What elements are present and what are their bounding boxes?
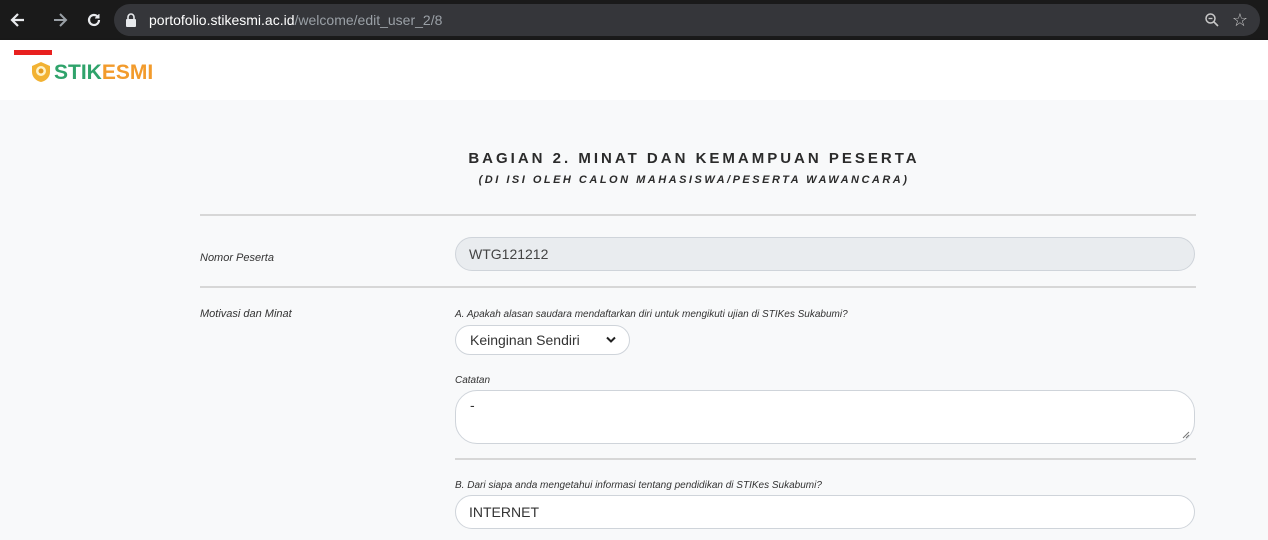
catatan-textarea[interactable]: - [455,390,1195,444]
sumber-informasi-field[interactable]: INTERNET [455,495,1195,529]
nomor-peserta-label: Nomor Peserta [200,252,274,264]
divider [455,458,1196,460]
logo-text[interactable]: STIKESMI [54,61,153,85]
catatan-label: Catatan [455,375,491,386]
site-header: STIKESMI [0,40,1268,100]
lock-icon [126,13,136,27]
question-b-label: B. Dari siapa anda mengetahui informasi … [455,480,822,491]
logo-emblem-icon [32,62,50,82]
browser-toolbar: portofolio.stikesmi.ac.id/welcome/edit_u… [0,0,1268,40]
logo-text-part1: STIK [54,61,102,84]
resize-handle-icon[interactable] [1181,430,1190,439]
url-text: portofolio.stikesmi.ac.id/welcome/edit_u… [149,12,442,28]
back-icon[interactable] [8,10,28,30]
catatan-value: - [470,397,475,413]
divider [200,214,1196,216]
question-a-label: A. Apakah alasan saudara mendaftarkan di… [455,309,848,320]
zoom-icon[interactable] [1204,12,1220,28]
alasan-select[interactable]: Keinginan Sendiri [455,325,630,355]
reload-icon[interactable] [84,10,104,30]
star-icon[interactable]: ☆ [1232,10,1248,31]
section-subtitle: (DI ISI OLEH CALON MAHASISWA/PESERTA WAW… [478,174,910,186]
url-path: /welcome/edit_user_2/8 [294,12,443,28]
motivasi-label: Motivasi dan Minat [200,308,292,320]
forward-icon[interactable] [50,10,70,30]
url-host: portofolio.stikesmi.ac.id [149,12,295,28]
section-title: BAGIAN 2. MINAT DAN KEMAMPUAN PESERTA [468,150,920,167]
logo-text-part2: ESMI [101,61,154,84]
accent-bar [14,50,52,55]
address-bar[interactable]: portofolio.stikesmi.ac.id/welcome/edit_u… [114,4,1260,36]
nomor-peserta-field[interactable]: WTG121212 [455,237,1195,271]
divider [200,286,1196,288]
alasan-select-value: Keinginan Sendiri [470,332,580,348]
chevron-down-icon [606,336,616,343]
